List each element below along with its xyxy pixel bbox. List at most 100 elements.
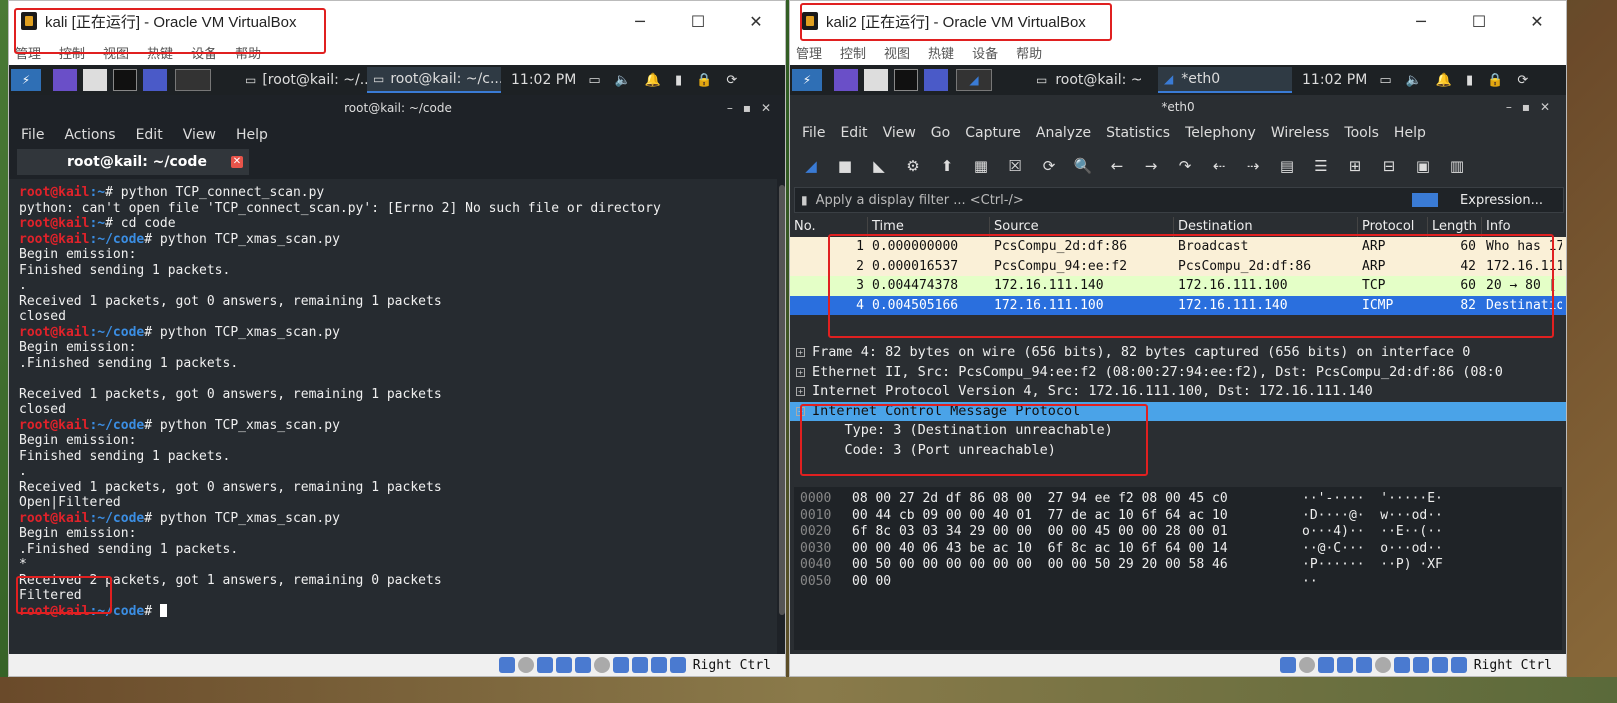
kali-menu-icon[interactable]: ⚡ — [792, 69, 822, 91]
menu-hotkeys[interactable]: 热键 — [928, 43, 954, 62]
kali-menu-icon[interactable]: ⚡ — [11, 69, 41, 91]
terminal-launcher-icon[interactable] — [113, 69, 137, 91]
expand-icon[interactable]: + — [796, 387, 805, 396]
screenshot-icon[interactable] — [143, 69, 167, 91]
keyboard-icon[interactable] — [1450, 657, 1467, 673]
col-protocol[interactable]: Protocol — [1358, 217, 1428, 237]
terminal-menu-edit[interactable]: Edit — [136, 127, 163, 143]
terminal-tab[interactable]: root@kail: ~/code ✕ — [17, 149, 249, 175]
detail-line[interactable]: Code: 3 (Port unreachable) — [790, 441, 1566, 461]
ws-menu-tools[interactable]: Tools — [1344, 125, 1379, 141]
optical-drive-icon[interactable] — [1279, 657, 1296, 673]
ws-menu-file[interactable]: File — [802, 125, 825, 141]
menu-manage[interactable]: 管理 — [796, 43, 822, 62]
taskbar-terminal-1[interactable]: ▭ [root@kail: ~/... — [239, 67, 367, 93]
menu-devices[interactable]: 设备 — [972, 43, 998, 62]
packet-bytes[interactable]: 0000 08 00 27 2d df 86 08 00 27 94 ee f2 … — [794, 487, 1562, 650]
col-length[interactable]: Length — [1428, 217, 1482, 237]
menu-devices[interactable]: 设备 — [191, 43, 217, 62]
files-icon[interactable] — [864, 69, 888, 91]
bookmark-icon[interactable]: ▮ — [801, 193, 808, 207]
display-status-icon[interactable] — [593, 657, 610, 673]
save-file-icon[interactable]: ▦ — [968, 153, 994, 179]
terminal-scrollbar[interactable] — [777, 179, 785, 656]
zoom-in-icon[interactable]: ⊞ — [1342, 153, 1368, 179]
find-packet-icon[interactable]: 🔍 — [1070, 153, 1096, 179]
mouse-integration-icon[interactable] — [650, 657, 667, 673]
display-status-icon[interactable] — [1374, 657, 1391, 673]
ws-menu-wireless[interactable]: Wireless — [1271, 125, 1330, 141]
taskbar-terminal-2[interactable]: ▭ root@kail: ~/c... — [367, 67, 501, 93]
keyboard-icon[interactable] — [669, 657, 686, 673]
packet-row[interactable]: 4 0.004505166 172.16.111.100 172.16.111.140… — [790, 295, 1566, 315]
terminal-menu-actions[interactable]: Actions — [64, 127, 115, 143]
vt-icon[interactable] — [1412, 657, 1429, 673]
tray-icons[interactable]: ▭ 🔈 🔔 ▮ 🔒 ⟳ — [1373, 67, 1534, 93]
restart-capture-icon[interactable]: ◣ — [866, 153, 892, 179]
vt-icon[interactable] — [631, 657, 648, 673]
menu-control[interactable]: 控制 — [840, 43, 866, 62]
recording-icon[interactable] — [612, 657, 629, 673]
expand-icon[interactable]: + — [796, 367, 805, 377]
stop-capture-icon[interactable]: ■ — [832, 153, 858, 179]
col-time[interactable]: Time — [868, 217, 990, 237]
panel-clock[interactable]: 11:02 PM — [1296, 67, 1373, 93]
menu-help[interactable]: 帮助 — [1016, 43, 1042, 62]
menu-view[interactable]: 视图 — [103, 43, 129, 62]
go-forward-icon[interactable]: → — [1138, 153, 1164, 179]
terminal-menu-file[interactable]: File — [21, 127, 44, 143]
col-info[interactable]: Info — [1482, 217, 1562, 237]
workspace-icon[interactable] — [834, 69, 858, 91]
packet-row[interactable]: 3 0.004474378 172.16.111.140 172.16.111.100… — [790, 276, 1566, 296]
open-file-icon[interactable]: ⬆ — [934, 153, 960, 179]
ws-menu-statistics[interactable]: Statistics — [1106, 125, 1170, 141]
taskbar-terminal[interactable]: ▭ root@kail: ~ — [1030, 67, 1158, 93]
menu-help[interactable]: 帮助 — [235, 43, 261, 62]
detail-line[interactable]: − Internet Control Message Protocol — [790, 401, 1566, 421]
workspace-icon[interactable] — [53, 69, 77, 91]
first-packet-icon[interactable]: ⇠ — [1206, 153, 1232, 179]
close-button[interactable]: ✕ — [727, 1, 785, 41]
ws-menu-help[interactable]: Help — [1394, 125, 1426, 141]
network-icon[interactable] — [536, 657, 553, 673]
expression-button[interactable]: Expression... — [1460, 193, 1543, 208]
maximize-button[interactable]: ☐ — [1450, 1, 1508, 41]
ws-menu-telephony[interactable]: Telephony — [1185, 125, 1256, 141]
minimize-button[interactable]: ─ — [611, 1, 669, 41]
ws-menu-view[interactable]: View — [883, 125, 916, 141]
packet-row[interactable]: 1 0.000000000 PcsCompu_2d:df:86 Broadcast AR… — [790, 237, 1566, 257]
menu-view[interactable]: 视图 — [884, 43, 910, 62]
col-source[interactable]: Source — [990, 217, 1174, 237]
col-no[interactable]: No. — [790, 217, 868, 237]
ws-menu-capture[interactable]: Capture — [965, 125, 1021, 141]
files-icon[interactable] — [83, 69, 107, 91]
resize-columns-icon[interactable]: ▥ — [1444, 153, 1470, 179]
col-destination[interactable]: Destination — [1174, 217, 1358, 237]
panel-clock[interactable]: 11:02 PM — [505, 67, 582, 93]
detail-line[interactable]: + Ethernet II, Src: PcsCompu_94:ee:f2 (08… — [790, 363, 1566, 383]
usb-icon[interactable] — [555, 657, 572, 673]
colorize-icon[interactable]: ☰ — [1308, 153, 1334, 179]
go-back-icon[interactable]: ← — [1104, 153, 1130, 179]
detail-line[interactable]: + Frame 4: 82 bytes on wire (656 bits), 8… — [790, 343, 1566, 363]
start-capture-icon[interactable]: ◢ — [798, 153, 824, 179]
close-button[interactable]: ✕ — [1508, 1, 1566, 41]
detail-line[interactable]: + Internet Protocol Version 4, Src: 172.1… — [790, 382, 1566, 402]
shared-folder-icon[interactable] — [574, 657, 591, 673]
go-to-packet-icon[interactable]: ↷ — [1172, 153, 1198, 179]
expand-icon[interactable]: + — [796, 348, 805, 357]
ws-menu-analyze[interactable]: Analyze — [1036, 125, 1091, 141]
autoscroll-icon[interactable]: ▤ — [1274, 153, 1300, 179]
wireshark-window-controls[interactable]: –▪✕ — [1506, 95, 1560, 119]
capture-options-icon[interactable]: ⚙ — [900, 153, 926, 179]
reload-file-icon[interactable]: ⟳ — [1036, 153, 1062, 179]
collapse-icon[interactable]: − — [796, 406, 805, 416]
network-icon[interactable] — [1317, 657, 1334, 673]
audio-icon[interactable] — [1298, 657, 1315, 673]
ws-menu-edit[interactable]: Edit — [840, 125, 867, 141]
terminal-menu-view[interactable]: View — [183, 127, 216, 143]
normal-size-icon[interactable]: ▣ — [1410, 153, 1436, 179]
audio-icon[interactable] — [517, 657, 534, 673]
packet-row[interactable]: 2 0.000016537 PcsCompu_94:ee:f2 PcsCompu_2d… — [790, 256, 1566, 276]
menu-manage[interactable]: 管理 — [15, 43, 41, 62]
